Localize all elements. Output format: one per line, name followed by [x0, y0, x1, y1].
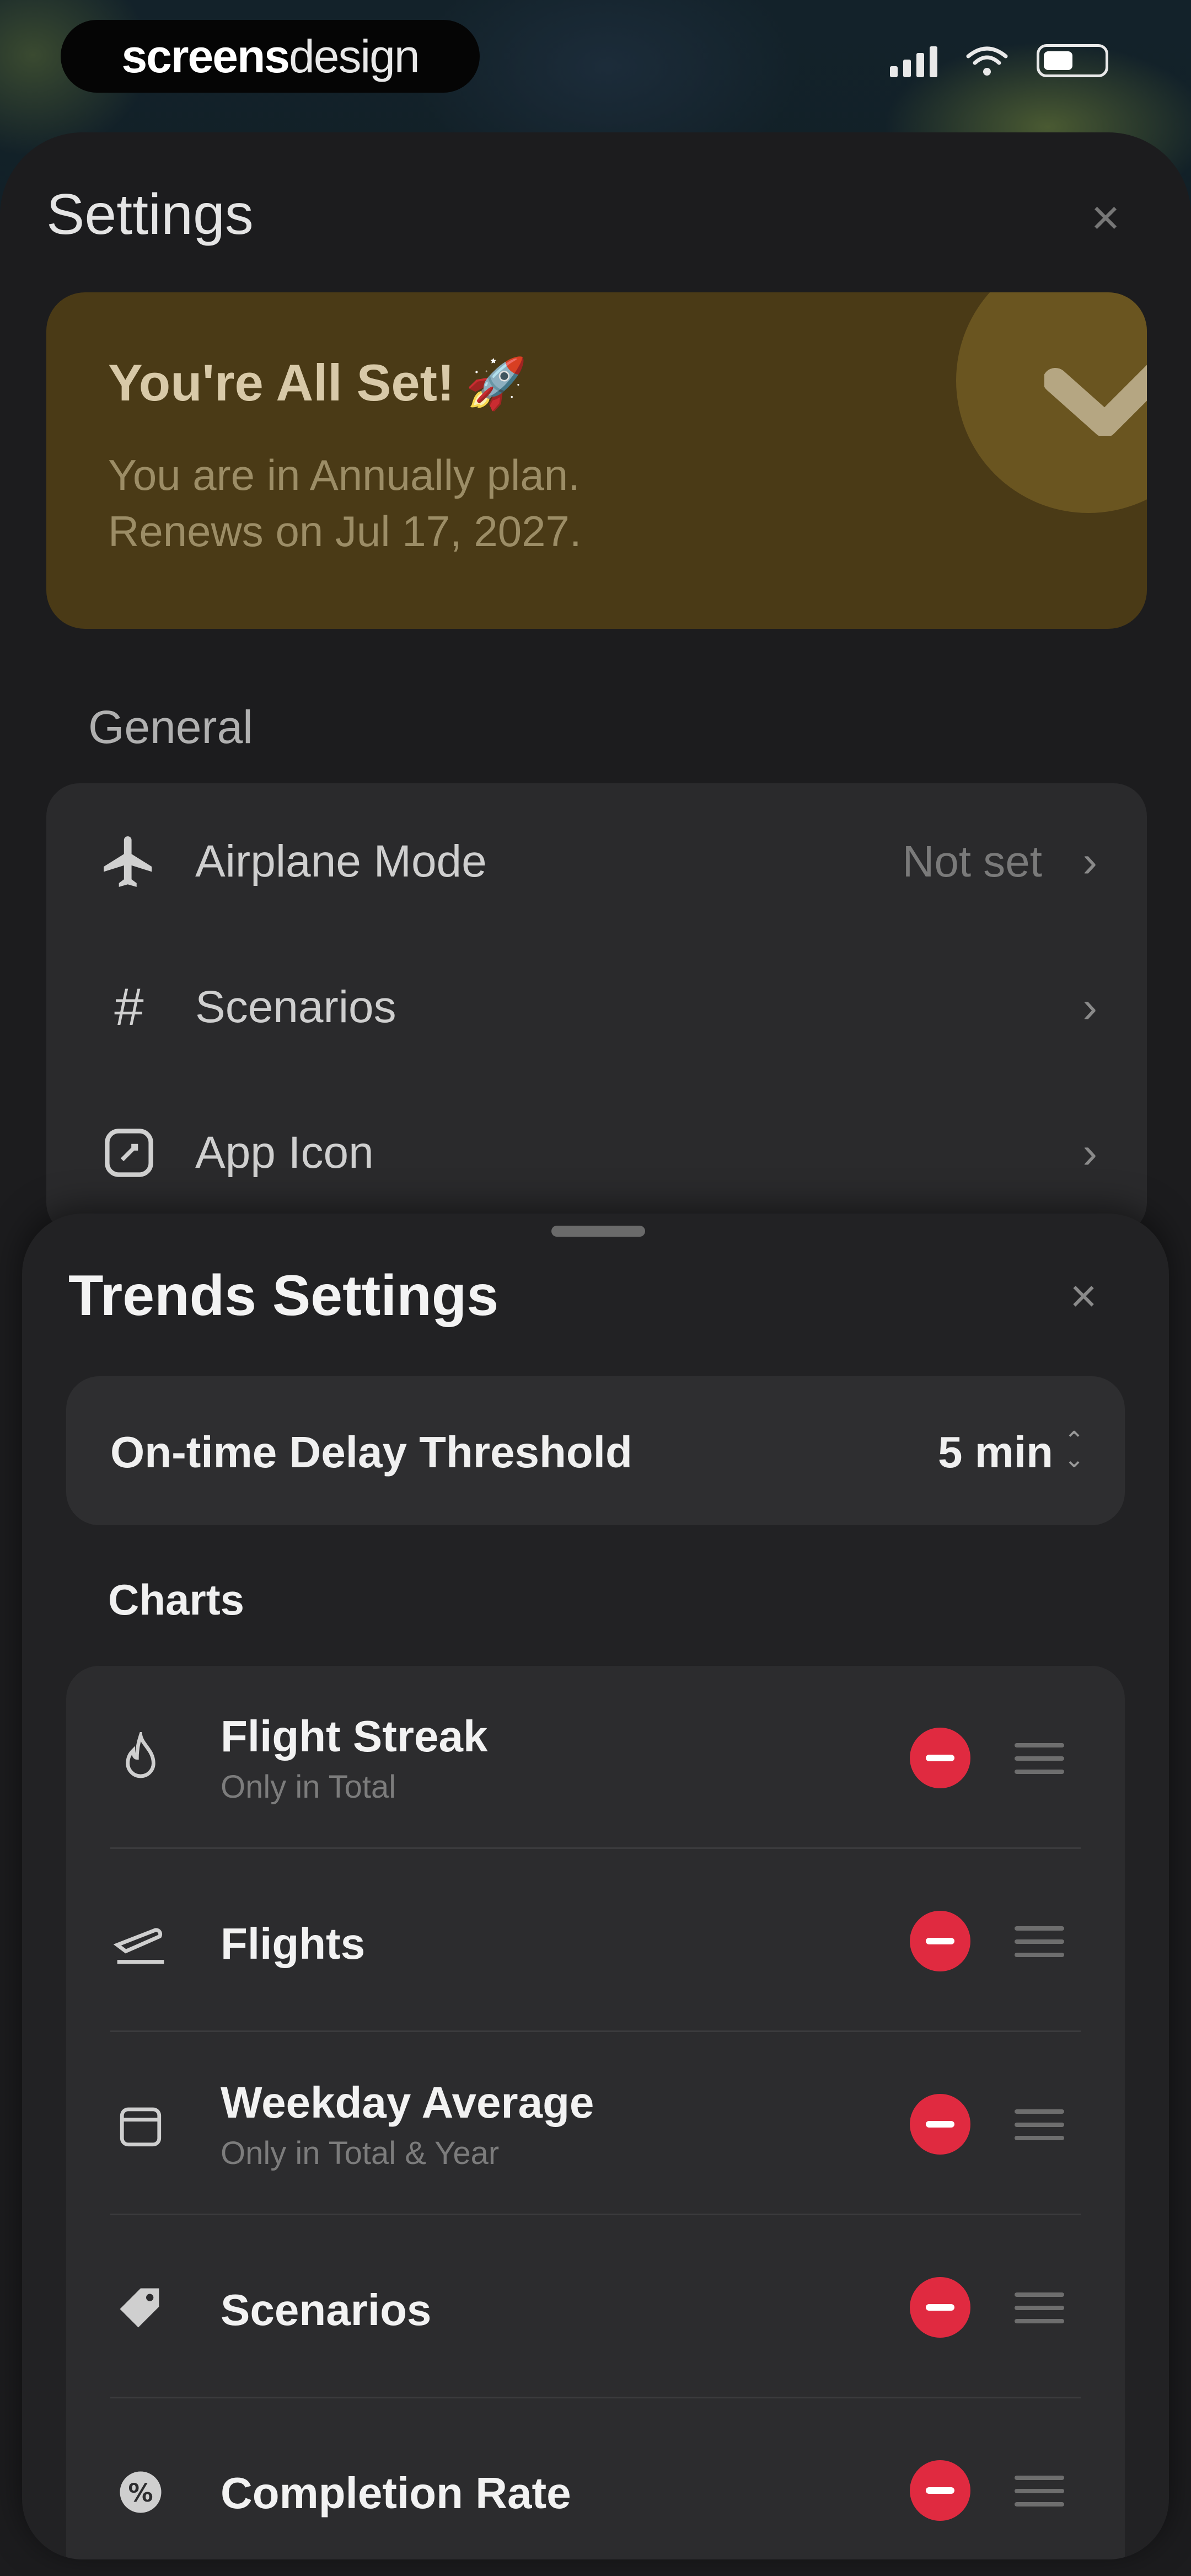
chart-row-completion-rate: % Completion Rate — [66, 2398, 1125, 2559]
close-icon[interactable]: × — [1059, 1271, 1108, 1321]
status-bar: screens design — [0, 0, 1191, 132]
chart-row-flights: Flights — [66, 1849, 1125, 2032]
drag-handle-icon[interactable] — [1015, 2476, 1064, 2506]
remove-button[interactable] — [910, 2277, 970, 2338]
threshold-value: 5 min — [938, 1428, 1053, 1477]
row-label: Scenarios — [195, 982, 396, 1032]
remove-button[interactable] — [910, 1728, 970, 1788]
drag-handle-icon[interactable] — [1015, 2109, 1064, 2140]
charts-list: Flight Streak Only in Total Flights Week… — [66, 1666, 1125, 2559]
renewal-date: Renews on Jul 17, 2027. — [108, 507, 582, 555]
settings-row-airplane-mode[interactable]: Airplane Mode Not set › — [46, 789, 1147, 934]
plan-title: You're All Set! 🚀 — [108, 354, 528, 411]
battery-icon — [1037, 44, 1108, 77]
sheet-grabber[interactable] — [551, 1226, 645, 1237]
settings-row-scenarios[interactable]: # Scenarios › — [46, 934, 1147, 1080]
section-label-general: General — [88, 701, 253, 753]
remove-button[interactable] — [910, 2094, 970, 2155]
chart-label: Weekday Average — [221, 2078, 594, 2127]
percent-icon: % — [110, 2465, 171, 2520]
airplane-icon — [96, 829, 162, 895]
settings-row-app-icon[interactable]: App Icon › — [46, 1080, 1147, 1226]
brand-logo: screens design — [61, 20, 480, 93]
chart-label: Scenarios — [221, 2285, 432, 2334]
remove-button[interactable] — [910, 1911, 970, 1971]
remove-button[interactable] — [910, 2460, 970, 2521]
chart-row-flight-streak: Flight Streak Only in Total — [66, 1666, 1125, 1849]
row-label: Airplane Mode — [195, 836, 487, 886]
chart-label: Completion Rate — [221, 2468, 571, 2518]
chart-label: Flight Streak — [221, 1712, 488, 1761]
chart-row-scenarios: Scenarios — [66, 2215, 1125, 2398]
rocket-icon: 🚀 — [465, 356, 528, 411]
svg-text:%: % — [128, 2478, 153, 2508]
drag-handle-icon[interactable] — [1015, 2292, 1064, 2323]
sheet-title: Trends Settings — [68, 1264, 499, 1328]
drag-handle-icon[interactable] — [1015, 1926, 1064, 1957]
chevron-right-icon: › — [1082, 837, 1097, 886]
threshold-label: On-time Delay Threshold — [110, 1428, 632, 1477]
signal-icon — [890, 44, 937, 77]
subscription-card: You're All Set! 🚀 You are in Annually pla… — [46, 292, 1147, 629]
chart-sublabel: Only in Total — [221, 1769, 396, 1805]
flame-icon — [110, 1732, 171, 1787]
chevron-right-icon: › — [1082, 982, 1097, 1032]
checkmark-icon — [1044, 365, 1147, 436]
calendar-icon — [110, 2098, 171, 2153]
app-icon-icon — [96, 1120, 162, 1186]
plan-description: You are in Annually plan. — [108, 451, 580, 499]
delay-threshold-row[interactable]: On-time Delay Threshold 5 min ⌃ ⌄ — [66, 1376, 1125, 1525]
chevron-right-icon: › — [1082, 1128, 1097, 1177]
row-label: App Icon — [195, 1127, 374, 1178]
section-label-charts: Charts — [108, 1575, 245, 1624]
chart-sublabel: Only in Total & Year — [221, 2135, 500, 2171]
general-settings-group: Airplane Mode Not set › # Scenarios › Ap… — [46, 783, 1147, 1236]
page-title: Settings — [46, 183, 254, 247]
row-value: Not set — [902, 837, 1042, 886]
takeoff-icon — [110, 1915, 171, 1970]
chart-label: Flights — [221, 1919, 366, 1968]
drag-handle-icon[interactable] — [1015, 1743, 1064, 1774]
chart-row-weekday-average: Weekday Average Only in Total & Year — [66, 2032, 1125, 2215]
close-icon[interactable]: × — [1081, 193, 1130, 243]
tag-icon — [110, 2281, 171, 2337]
trends-settings-sheet: Trends Settings × On-time Delay Threshol… — [22, 1214, 1169, 2559]
hashtag-icon: # — [114, 977, 144, 1036]
wifi-icon — [965, 44, 1009, 77]
up-down-chevron-icon[interactable]: ⌃ ⌄ — [1063, 1429, 1085, 1472]
